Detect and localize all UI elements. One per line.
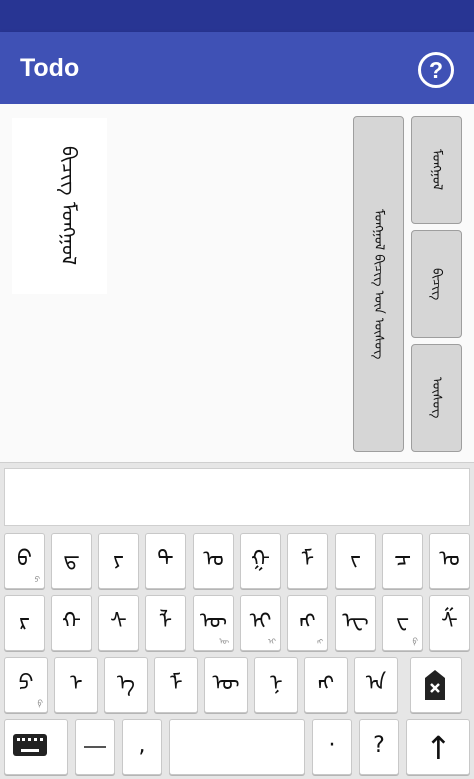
key-row2-1[interactable]: ᠷ xyxy=(4,595,45,651)
suggestion-button-2[interactable]: ᠪᠢᠴᠢᠭ xyxy=(411,230,462,338)
suggestion-button-1[interactable]: ᠮᠣᠩᠭᠣᠯ xyxy=(411,116,462,224)
comma-key[interactable]: , xyxy=(122,719,162,775)
key-row1-1[interactable]: ᠪᠫ xyxy=(4,533,45,589)
keyboard-switch-key[interactable] xyxy=(4,719,68,775)
status-bar xyxy=(0,0,474,32)
shift-key[interactable]: ↑ xyxy=(406,719,470,775)
key-row2-3[interactable]: ᠰ xyxy=(98,595,139,651)
key-row1-5[interactable]: ᠣ xyxy=(193,533,234,589)
note-text: ᠪᠢᠴᠢᠭ᠌ ᠮᠣᠩᠭᠣᠯ xyxy=(57,146,81,266)
question-key[interactable]: ? xyxy=(359,719,399,775)
key-row2-5[interactable]: ᠥᠦ xyxy=(193,595,234,651)
key-row3-8[interactable]: ᠠ xyxy=(354,657,398,713)
suggestion-label-3: ᠦᠰᠦᠭ xyxy=(429,377,444,419)
suggestion-label-2: ᠪᠢᠴᠢᠭ xyxy=(429,267,444,301)
key-row2-6[interactable]: ᠢᠢ xyxy=(240,595,281,651)
key-row2-7[interactable]: ᠩᠩ xyxy=(287,595,328,651)
app-bar: Todo xyxy=(0,32,474,104)
key-row3-4[interactable]: ᠮ xyxy=(154,657,198,713)
suggestion-button-3[interactable]: ᠦᠰᠦᠭ xyxy=(411,344,462,452)
key-row1-3[interactable]: ᠶ xyxy=(98,533,139,589)
text-input[interactable] xyxy=(4,468,470,526)
up-arrow-icon: ↑ xyxy=(425,729,452,767)
key-row3-1[interactable]: ᠫᠹ xyxy=(4,657,48,713)
key-row3-5[interactable]: ᠦ xyxy=(204,657,248,713)
key-row1-8[interactable]: ᠵ xyxy=(335,533,376,589)
key-row2-10[interactable]: ᠱ xyxy=(429,595,470,651)
suggestion-button-main[interactable]: ᠮᠣᠩᠭᠣᠯ ᠪᠢᠴᠢᠭ ᠦᠨ ᠦᠰᠦᠭ xyxy=(353,116,404,452)
suggestion-label-1: ᠮᠣᠩᠭᠣᠯ xyxy=(429,149,444,191)
app-title: Todo xyxy=(20,54,80,82)
space-bar[interactable] xyxy=(169,719,305,775)
mvs-line-icon xyxy=(84,746,106,748)
key-row1-9[interactable]: ᠴ xyxy=(382,533,423,589)
key-row1-10[interactable]: ᠤ xyxy=(429,533,470,589)
key-row3-7[interactable]: ᠩ xyxy=(304,657,348,713)
backspace-key[interactable] xyxy=(410,657,462,713)
mvs-key[interactable] xyxy=(75,719,115,775)
key-row1-4[interactable]: ᠲ xyxy=(145,533,186,589)
suggestion-label-main: ᠮᠣᠩᠭᠣᠯ ᠪᠢᠴᠢᠭ ᠦᠨ ᠦᠰᠦᠭ xyxy=(371,208,386,360)
key-row3-3[interactable]: ᠡ xyxy=(104,657,148,713)
help-icon[interactable]: ? xyxy=(418,52,454,88)
key-row1-6[interactable]: ᠭ xyxy=(240,533,281,589)
key-row1-7[interactable]: ᠮ xyxy=(287,533,328,589)
note-card[interactable]: ᠪᠢᠴᠢᠭ᠌ ᠮᠣᠩᠭᠣᠯ xyxy=(12,118,107,294)
key-row1-2[interactable]: ᠳ xyxy=(51,533,92,589)
key-row2-8[interactable]: ᠧ xyxy=(335,595,376,651)
keyboard-icon xyxy=(13,734,47,756)
key-row2-4[interactable]: ᠯ xyxy=(145,595,186,651)
key-row2-9[interactable]: ᠸᠹ xyxy=(382,595,423,651)
key-row2-2[interactable]: ᠬ xyxy=(51,595,92,651)
key-row3-2[interactable]: ᠨ᠋ xyxy=(54,657,98,713)
key-row3-6[interactable]: ᠨ xyxy=(254,657,298,713)
backspace-icon xyxy=(425,670,445,700)
period-key[interactable]: · xyxy=(312,719,352,775)
